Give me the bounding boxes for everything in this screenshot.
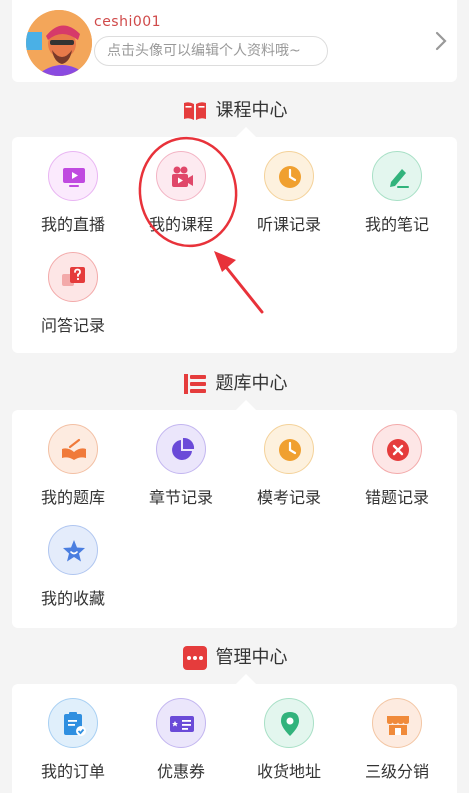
icon-circle [156,151,206,201]
card-notch [235,674,257,685]
open-book-icon [183,102,206,120]
grid-item-label: 章节记录 [148,488,213,507]
icon-circle [156,698,206,748]
icon-circle [372,151,422,201]
grid-item-my-notes[interactable]: 我的笔记 [342,151,452,235]
grid-item-coupons[interactable]: 优惠券 [126,698,236,782]
grid-item-label: 三级分销 [364,762,429,781]
grid-item-label: 收货地址 [256,762,321,781]
grid-item-my-orders[interactable]: 我的订单 [18,698,128,782]
profile-card: ceshi001 点击头像可以编辑个人资料哦~ [12,0,457,82]
section-title-management: 管理中心 [0,644,469,672]
management-card: 我的订单 优惠券 收货地址 三级分销 [12,674,457,793]
grid-item-label: 我的笔记 [364,215,429,234]
icon-circle [372,698,422,748]
close-icon [387,439,409,461]
video-camera-icon [172,166,193,187]
grid-item-my-course[interactable]: 我的课程 [126,151,236,235]
icon-circle [48,698,98,748]
avatar[interactable] [26,10,92,76]
grid-item-label: 错题记录 [364,488,429,507]
question-icon [62,267,85,286]
grid-item-my-question-bank[interactable]: 我的题库 [18,424,128,508]
section-title-question-bank: 题库中心 [0,370,469,398]
grid-item-listening-record[interactable]: 听课记录 [234,151,344,235]
grid-item-label: 问答记录 [40,316,105,335]
icon-circle [264,424,314,474]
pen-icon [390,169,409,188]
grid-item-label: 模考记录 [256,488,321,507]
card-notch [235,400,257,411]
section-title-text: 课程中心 [215,100,288,121]
grid-item-my-live[interactable]: 我的直播 [18,151,128,235]
icon-circle [372,424,422,474]
section-title-text: 管理中心 [215,647,288,668]
grid-item-label: 我的直播 [40,215,105,234]
live-tv-icon [63,168,85,187]
grid-item-label: 我的订单 [40,762,105,781]
section-title-text: 题库中心 [215,373,288,394]
section-title-course: 课程中心 [0,97,469,125]
star-icon [63,540,85,562]
icon-circle [264,698,314,748]
grid-item-qa-record[interactable]: 问答记录 [18,252,128,336]
icon-circle [48,525,98,575]
grid-item-label: 我的题库 [40,488,105,507]
clock-icon [279,166,301,188]
shop-icon [387,716,409,735]
grid-item-three-level-distribution[interactable]: 三级分销 [342,698,452,782]
chevron-right-icon[interactable] [432,30,450,52]
clock-icon [279,439,301,461]
pie-chart-icon [172,437,195,460]
course-center-card: 我的直播 我的课程 听课记录 我的笔记 问答记录 [12,127,457,353]
question-bank-card: 我的题库 章节记录 模考记录 错题记录 我的收藏 [12,400,457,628]
grid-item-shipping-address[interactable]: 收货地址 [234,698,344,782]
edit-profile-hint[interactable]: 点击头像可以编辑个人资料哦~ [94,36,328,66]
grid-item-label: 我的收藏 [40,589,105,608]
icon-circle [48,252,98,302]
card-notch [235,127,257,138]
book-icon [62,438,86,460]
grid-item-chapter-record[interactable]: 章节记录 [126,424,236,508]
grid-item-label: 听课记录 [256,215,321,234]
grid-item-label: 优惠券 [156,762,205,781]
grid-item-my-favorites[interactable]: 我的收藏 [18,525,128,609]
grid-item-wrong-question-record[interactable]: 错题记录 [342,424,452,508]
grid-item-mock-exam-record[interactable]: 模考记录 [234,424,344,508]
username: ceshi001 [94,14,162,30]
more-dots-icon [182,646,207,670]
location-icon [281,712,299,736]
icon-circle [156,424,206,474]
grid-item-label: 我的课程 [148,215,213,234]
icon-circle [264,151,314,201]
icon-circle [48,151,98,201]
icon-circle [48,424,98,474]
coupon-icon [170,716,194,732]
order-icon [64,712,86,736]
question-bank-icon [183,374,206,394]
